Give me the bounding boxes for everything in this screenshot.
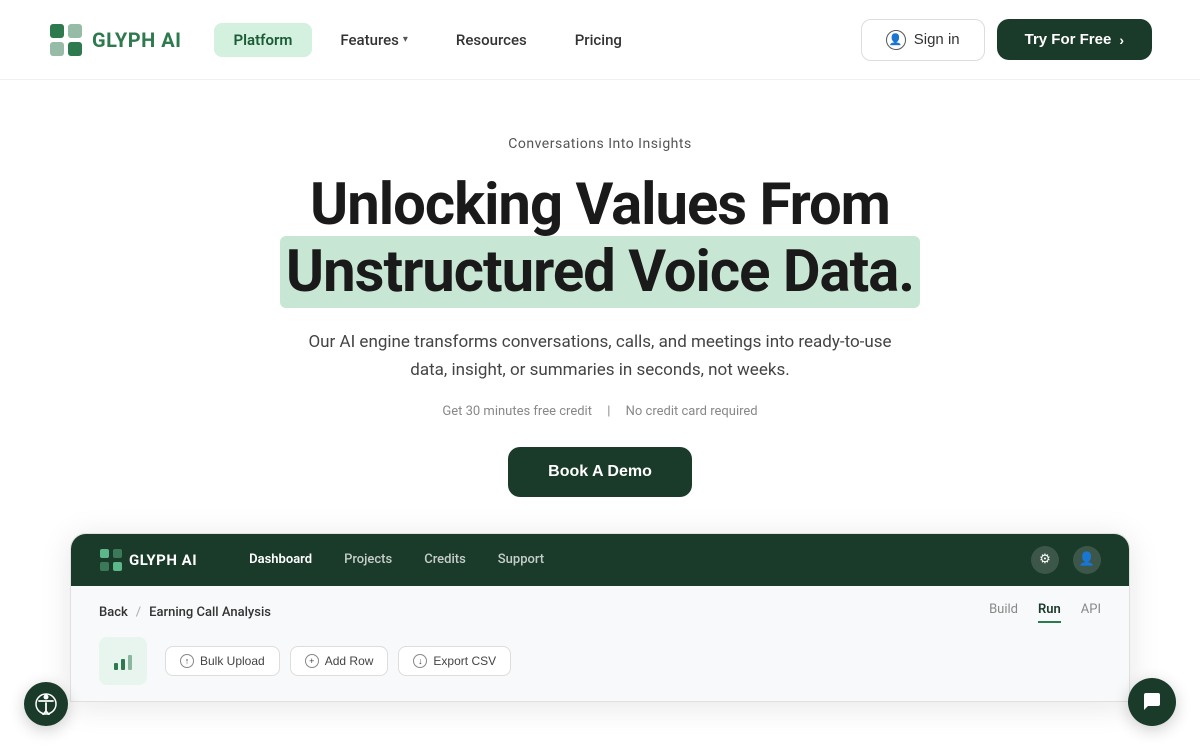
breadcrumb-separator: / [136, 605, 141, 620]
dashboard-preview: GLYPH AI Dashboard Projects Credits Supp… [70, 533, 1130, 702]
dash-settings-icon[interactable]: ⚙ [1031, 546, 1059, 574]
nav-features[interactable]: Features ▾ [320, 23, 428, 57]
sign-in-button[interactable]: 👤 Sign in [861, 19, 985, 61]
hero-subtitle: Conversations Into Insights [508, 136, 691, 152]
export-csv-button[interactable]: ↓ Export CSV [398, 646, 511, 676]
tab-api[interactable]: API [1081, 602, 1101, 623]
dash-user-icon[interactable]: 👤 [1073, 546, 1101, 574]
breadcrumb: Back / Earning Call Analysis [99, 605, 271, 620]
nav-platform[interactable]: Platform [214, 23, 313, 57]
book-demo-button[interactable]: Book A Demo [508, 447, 692, 497]
dash-logo-text: GLYPH AI [129, 551, 197, 569]
tab-run[interactable]: Run [1038, 602, 1061, 623]
dash-nav-support[interactable]: Support [498, 552, 544, 567]
logo-text: GLYPH AI [92, 28, 182, 52]
dash-tabs: Build Run API [989, 602, 1101, 623]
dash-nav-dashboard[interactable]: Dashboard [249, 552, 312, 567]
dash-nav-projects[interactable]: Projects [344, 552, 392, 567]
bulk-upload-button[interactable]: ↑ Bulk Upload [165, 646, 280, 676]
accessibility-button[interactable] [24, 682, 68, 726]
hero-title: Unlocking Values From Unstructured Voice… [280, 172, 920, 305]
nav-resources[interactable]: Resources [436, 23, 547, 57]
try-free-button[interactable]: Try For Free › [997, 19, 1152, 60]
dash-navbar: GLYPH AI Dashboard Projects Credits Supp… [71, 534, 1129, 586]
features-chevron-icon: ▾ [403, 34, 408, 45]
nav-right: 👤 Sign in Try For Free › [861, 19, 1152, 61]
nav-pricing[interactable]: Pricing [555, 23, 642, 57]
dash-toolbar: ↑ Bulk Upload + Add Row ↓ Export CSV [99, 637, 1101, 685]
chat-button[interactable] [1128, 678, 1176, 726]
dash-nav-right: ⚙ 👤 [1031, 546, 1101, 574]
logo-icon [48, 22, 84, 58]
chat-icon [1141, 691, 1163, 713]
dash-logo-icon [99, 548, 123, 572]
dash-nav-credits[interactable]: Credits [424, 552, 466, 567]
breadcrumb-back[interactable]: Back [99, 605, 128, 620]
navbar: GLYPH AI Platform Features ▾ Resources P… [0, 0, 1200, 80]
accessibility-icon [35, 693, 57, 715]
chart-icon [99, 637, 147, 685]
logo: GLYPH AI [48, 22, 182, 58]
add-row-button[interactable]: + Add Row [290, 646, 389, 676]
breadcrumb-page: Earning Call Analysis [149, 605, 271, 620]
tab-build[interactable]: Build [989, 602, 1018, 623]
hero-section: Conversations Into Insights Unlocking Va… [0, 80, 1200, 742]
export-icon: ↓ [413, 654, 427, 668]
hero-note: Get 30 minutes free credit | No credit c… [436, 404, 763, 419]
nav-left: GLYPH AI Platform Features ▾ Resources P… [48, 22, 642, 58]
user-icon: 👤 [886, 30, 906, 50]
nav-links: Platform Features ▾ Resources Pricing [214, 23, 642, 57]
hero-description: Our AI engine transforms conversations, … [300, 329, 900, 383]
arrow-right-icon: › [1119, 32, 1124, 48]
plus-icon: + [305, 654, 319, 668]
dash-content: Back / Earning Call Analysis Build Run A… [71, 586, 1129, 701]
upload-icon: ↑ [180, 654, 194, 668]
dash-logo: GLYPH AI [99, 548, 197, 572]
